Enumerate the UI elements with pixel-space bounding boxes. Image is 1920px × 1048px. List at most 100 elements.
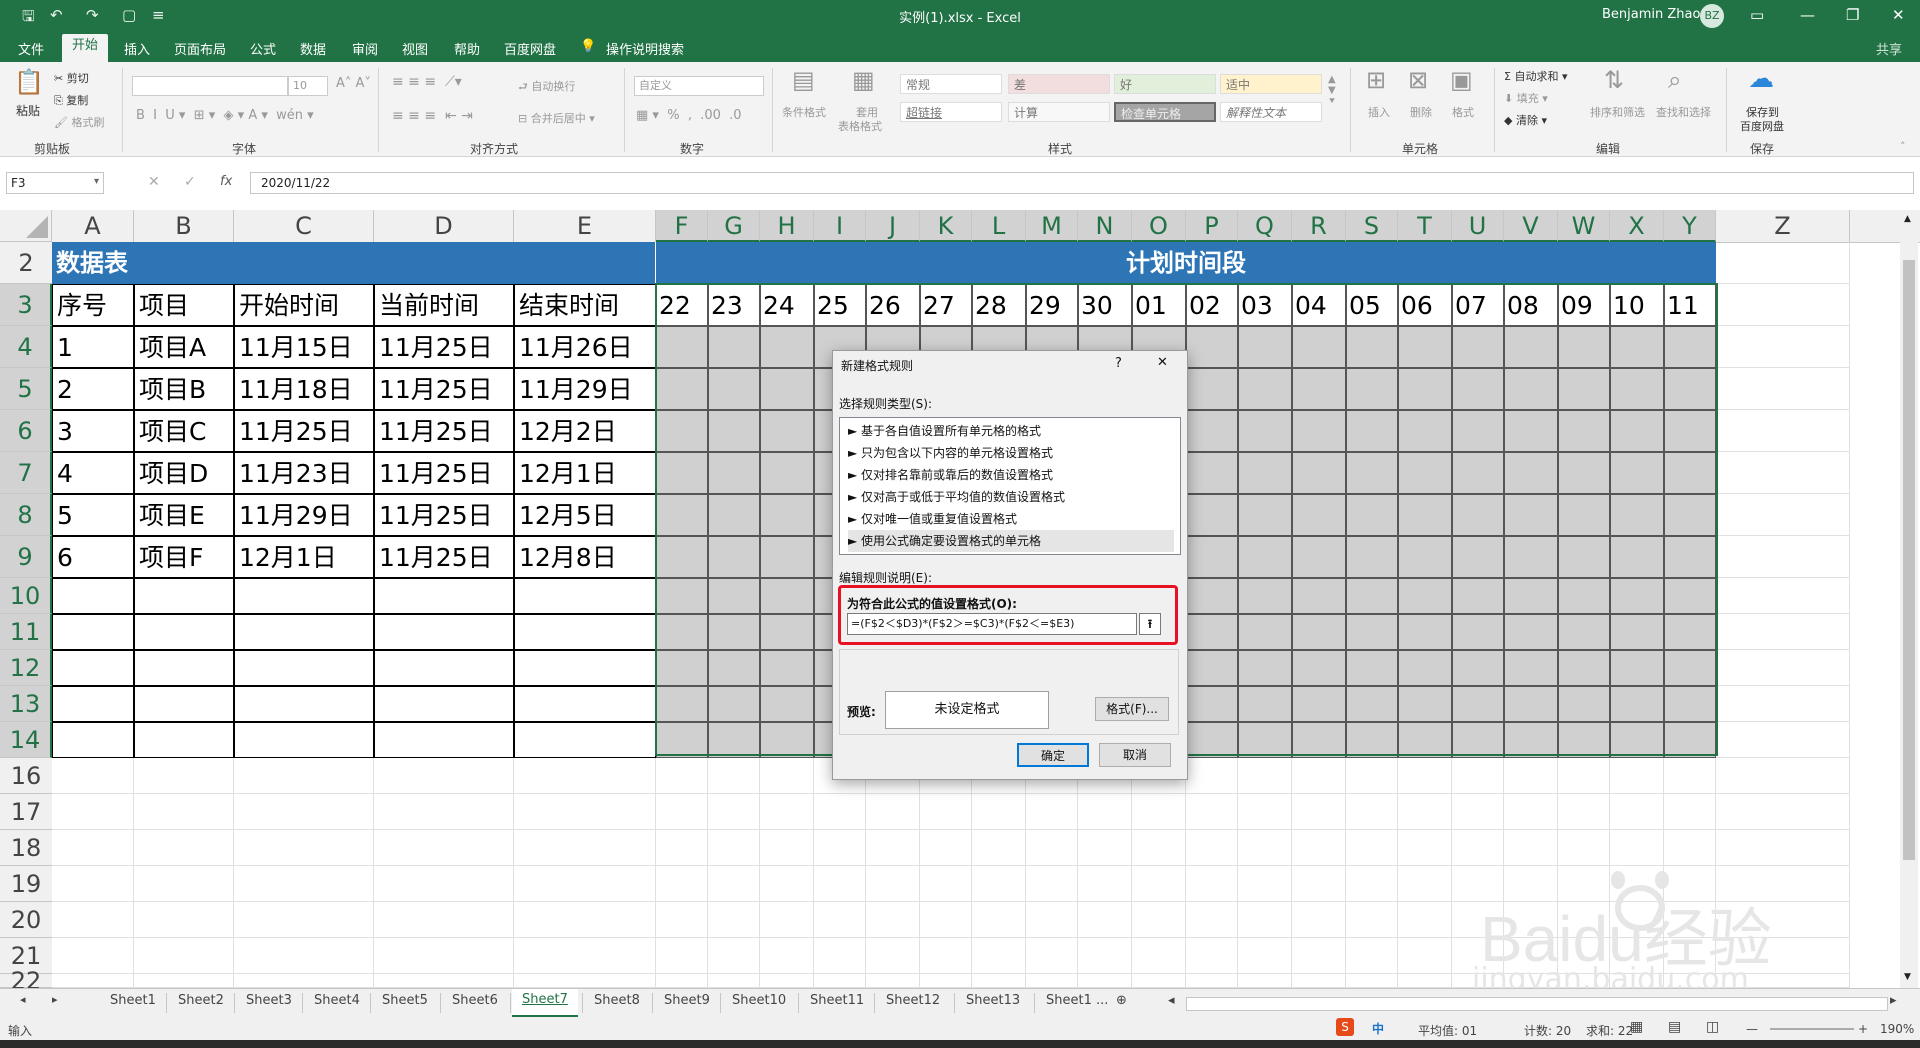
grid-cell[interactable] (1716, 686, 1850, 722)
gantt-cell[interactable] (708, 452, 760, 494)
empty-cell[interactable] (374, 650, 514, 686)
merge-center-button[interactable]: ⊟ 合并后居中 ▾ (518, 110, 595, 126)
data-cell[interactable]: 项目D (134, 452, 234, 494)
grid-cell[interactable] (1346, 974, 1398, 988)
grid-cell[interactable] (920, 974, 972, 988)
gantt-cell[interactable] (1664, 410, 1716, 452)
day-header-cell[interactable]: 07 (1452, 284, 1504, 326)
gantt-cell[interactable] (1238, 650, 1292, 686)
day-header-cell[interactable]: 11 (1664, 284, 1716, 326)
format-cells-icon[interactable]: ▣ (1450, 66, 1473, 94)
row-header-5[interactable]: 5 (0, 368, 52, 410)
grid-cell[interactable] (1078, 938, 1132, 974)
grid-cell[interactable] (1186, 974, 1238, 988)
gantt-cell[interactable] (708, 326, 760, 368)
data-cell[interactable]: 11月15日 (234, 326, 374, 368)
data-cell[interactable]: 2 (52, 368, 134, 410)
column-header-W[interactable]: W (1558, 210, 1610, 242)
gantt-cell[interactable] (1452, 410, 1504, 452)
gantt-cell[interactable] (656, 494, 708, 536)
row-header-18[interactable]: 18 (0, 830, 52, 866)
grid-cell[interactable] (972, 794, 1026, 830)
gantt-cell[interactable] (760, 722, 814, 758)
grid-cell[interactable] (1026, 794, 1078, 830)
ok-button[interactable]: 确定 (1017, 743, 1089, 767)
style-neutral[interactable]: 适中 (1220, 74, 1322, 94)
gantt-cell[interactable] (760, 686, 814, 722)
empty-cell[interactable] (234, 578, 374, 614)
column-header-P[interactable]: P (1186, 210, 1238, 242)
grid-cell[interactable] (866, 902, 920, 938)
gantt-cell[interactable] (1292, 722, 1346, 758)
row-header-3[interactable]: 3 (0, 284, 52, 326)
gantt-cell[interactable] (708, 368, 760, 410)
ribbon-display-icon[interactable]: ▭ (1750, 6, 1764, 24)
data-cell[interactable]: 12月8日 (514, 536, 656, 578)
rule-type-item[interactable]: ► 仅对唯一值或重复值设置格式 (848, 508, 1174, 530)
grid-cell[interactable] (1292, 974, 1346, 988)
gantt-cell[interactable] (1664, 326, 1716, 368)
empty-cell[interactable] (514, 722, 656, 758)
sort-filter-button[interactable]: 排序和筛选 (1590, 104, 1645, 120)
grid-cell[interactable] (1186, 794, 1238, 830)
grid-cell[interactable] (1716, 578, 1850, 614)
grid-cell[interactable] (760, 938, 814, 974)
grid-cell[interactable] (1346, 902, 1398, 938)
grid-cell[interactable] (52, 866, 134, 902)
day-header-cell[interactable]: 27 (920, 284, 972, 326)
grid-cell[interactable] (1186, 866, 1238, 902)
sheet-tab-3[interactable]: Sheet3 (246, 993, 292, 1008)
gantt-cell[interactable] (1238, 368, 1292, 410)
copy-button[interactable]: ⎘ 复制 (54, 92, 88, 108)
gantt-cell[interactable] (1292, 614, 1346, 650)
save-to-baidu-line2[interactable]: 百度网盘 (1740, 118, 1784, 134)
gantt-cell[interactable] (1186, 686, 1238, 722)
gantt-cell[interactable] (1558, 368, 1610, 410)
empty-cell[interactable] (134, 686, 234, 722)
sheet-tab-11[interactable]: Sheet11 (810, 993, 864, 1008)
vscroll-up-icon[interactable]: ▲ (1904, 214, 1911, 224)
grid-cell[interactable] (1452, 794, 1504, 830)
gantt-cell[interactable] (1292, 452, 1346, 494)
gantt-cell[interactable] (1558, 578, 1610, 614)
gantt-cell[interactable] (1398, 578, 1452, 614)
format-button[interactable]: 格式(F)... (1095, 697, 1169, 721)
empty-cell[interactable] (234, 722, 374, 758)
gantt-cell[interactable] (1238, 578, 1292, 614)
gantt-cell[interactable] (1452, 326, 1504, 368)
gantt-cell[interactable] (708, 686, 760, 722)
number-format-combo[interactable]: 自定义 (634, 76, 764, 96)
column-header-S[interactable]: S (1346, 210, 1398, 242)
row-header-11[interactable]: 11 (0, 614, 52, 650)
column-header-M[interactable]: M (1026, 210, 1078, 242)
close-window-icon[interactable]: ✕ (1892, 6, 1905, 24)
tab-formulas[interactable]: 公式 (250, 39, 276, 58)
grid-cell[interactable] (1504, 866, 1558, 902)
grid-cell[interactable] (234, 902, 374, 938)
data-cell[interactable]: 11月23日 (234, 452, 374, 494)
grid-cell[interactable] (1346, 866, 1398, 902)
gantt-cell[interactable] (1186, 410, 1238, 452)
tab-help[interactable]: 帮助 (454, 39, 480, 58)
gantt-cell[interactable] (1186, 494, 1238, 536)
grid-cell[interactable] (866, 794, 920, 830)
gantt-cell[interactable] (1610, 614, 1664, 650)
grid-cell[interactable] (1238, 830, 1292, 866)
gantt-cell[interactable] (1610, 410, 1664, 452)
grid-cell[interactable] (1132, 902, 1186, 938)
hscroll-left-icon[interactable]: ◂ (1168, 993, 1175, 1008)
rule-type-item[interactable]: ► 基于各自值设置所有单元格的格式 (848, 420, 1174, 442)
sheet-tab-13[interactable]: Sheet13 (966, 993, 1020, 1008)
grid-cell[interactable] (1398, 938, 1452, 974)
gantt-cell[interactable] (656, 614, 708, 650)
gantt-cell[interactable] (1452, 722, 1504, 758)
grid-cell[interactable] (234, 974, 374, 988)
gantt-cell[interactable] (1558, 494, 1610, 536)
gantt-cell[interactable] (760, 410, 814, 452)
day-header-cell[interactable]: 03 (1238, 284, 1292, 326)
grid-cell[interactable] (1078, 974, 1132, 988)
grid-cell[interactable] (1186, 902, 1238, 938)
gantt-cell[interactable] (1292, 368, 1346, 410)
row-header-17[interactable]: 17 (0, 794, 52, 830)
delete-cells-button[interactable]: 删除 (1410, 104, 1432, 120)
